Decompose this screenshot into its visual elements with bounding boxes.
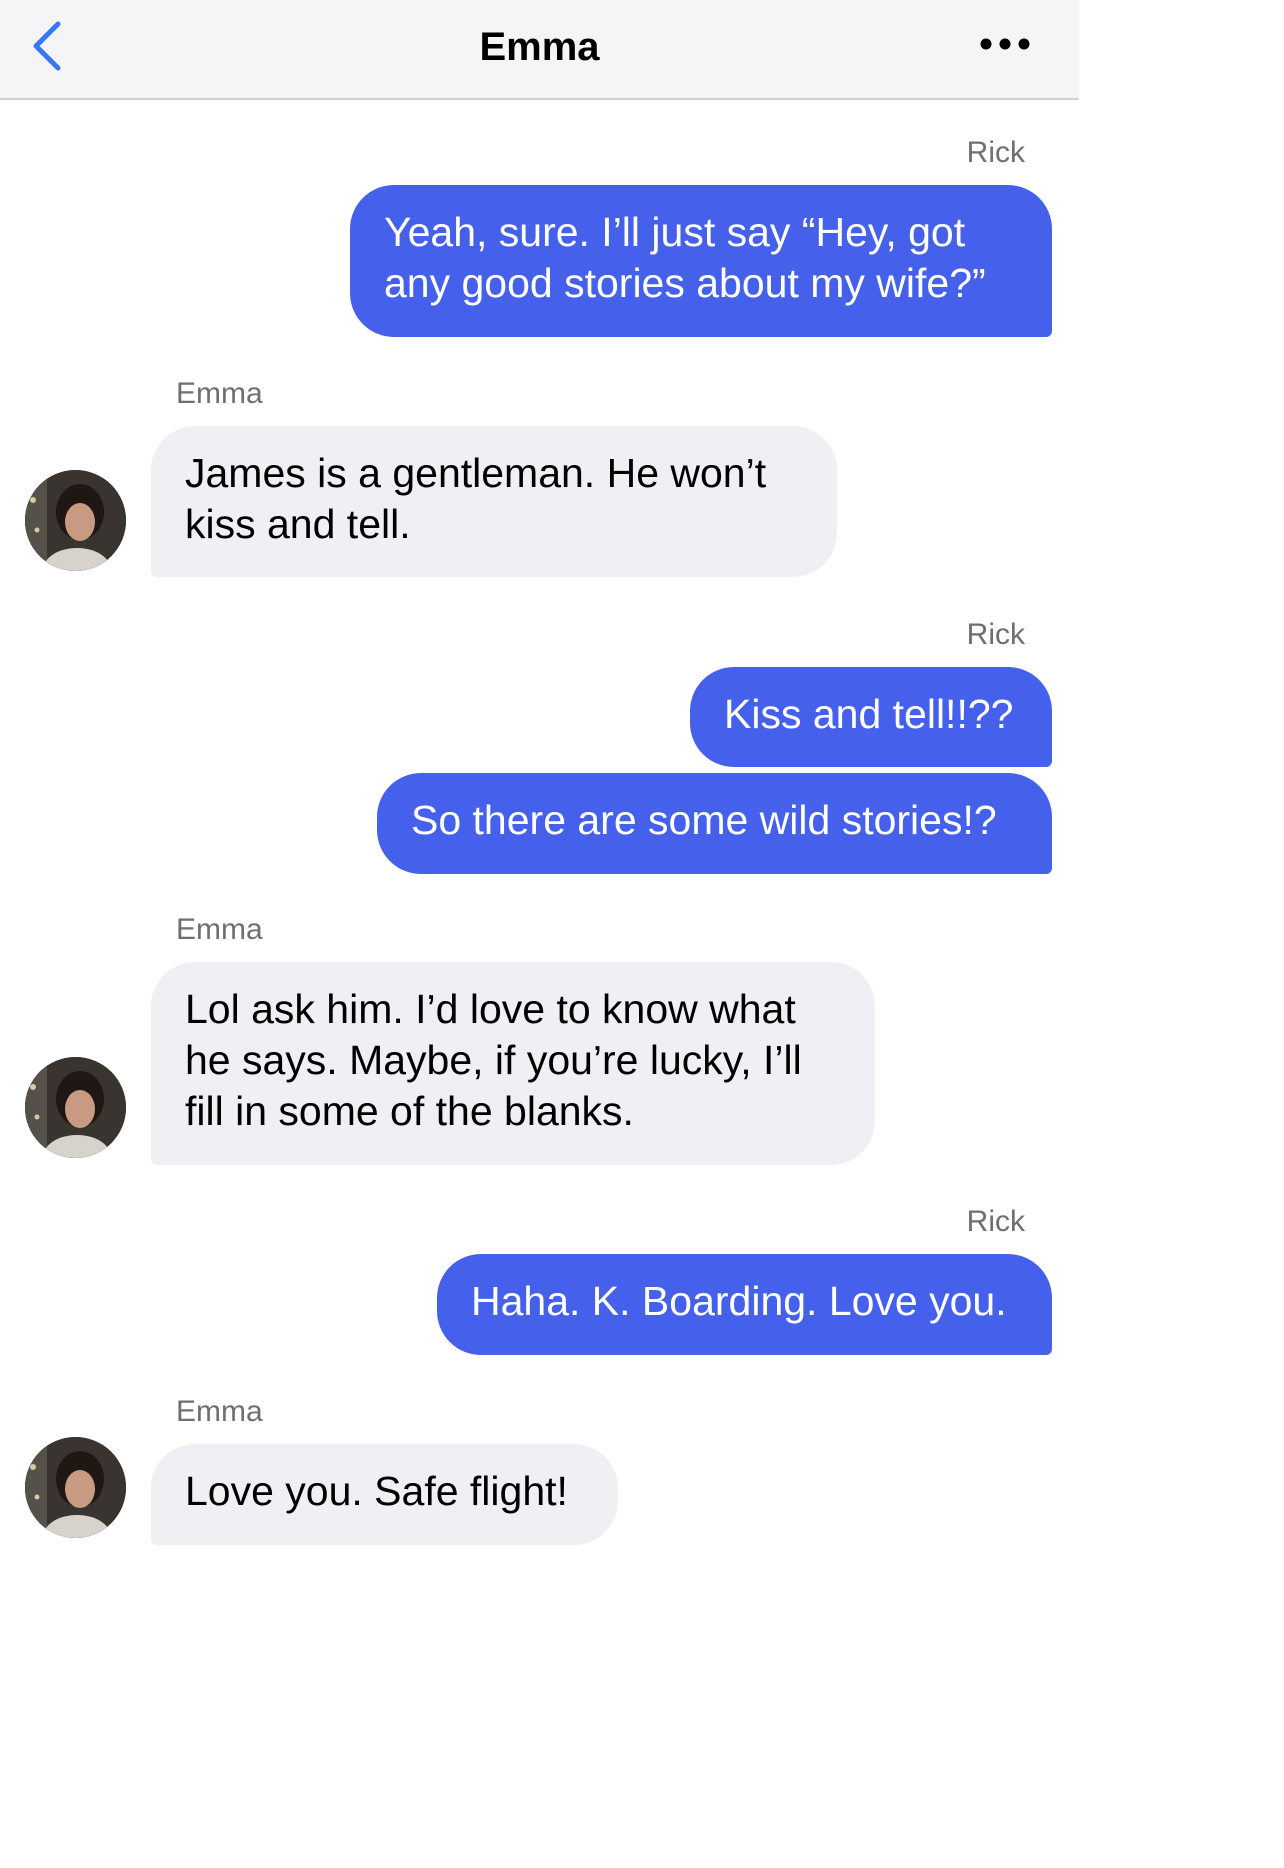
outgoing-message-bubble[interactable]: Haha. K. Boarding. Love you.	[437, 1254, 1052, 1355]
outgoing-message-bubble[interactable]: Yeah, sure. I’ll just say “Hey, got any …	[350, 185, 1052, 337]
more-options-button[interactable]	[968, 26, 1040, 66]
incoming-message-bubble[interactable]: James is a gentleman. He won’t kiss and …	[151, 426, 837, 577]
incoming-message-bubble[interactable]: Lol ask him. I’d love to know what he sa…	[151, 962, 875, 1165]
contact-avatar[interactable]	[25, 1437, 126, 1538]
sender-name: Emma	[176, 1395, 263, 1428]
avatar-photo	[25, 1057, 126, 1158]
ellipsis-icon	[980, 38, 1030, 50]
incoming-message-bubble[interactable]: Love you. Safe flight!	[151, 1444, 618, 1545]
outgoing-message-bubble[interactable]: So there are some wild stories!?	[377, 773, 1052, 874]
avatar-photo	[25, 470, 126, 571]
chat-screen: Emma Rick Yeah, sure. I’ll just say “Hey…	[0, 0, 1079, 1868]
avatar-photo	[25, 1437, 126, 1538]
sender-name: Emma	[176, 913, 263, 946]
sender-name: Rick	[966, 618, 1025, 651]
contact-avatar[interactable]	[25, 1057, 126, 1158]
contact-avatar[interactable]	[25, 470, 126, 571]
sender-name: Rick	[966, 1205, 1025, 1238]
nav-bar: Emma	[0, 0, 1079, 100]
conversation-title: Emma	[479, 25, 600, 69]
sender-name: Rick	[966, 136, 1025, 169]
outgoing-message-bubble[interactable]: Kiss and tell!!??	[690, 667, 1052, 767]
sender-name: Emma	[176, 377, 263, 410]
